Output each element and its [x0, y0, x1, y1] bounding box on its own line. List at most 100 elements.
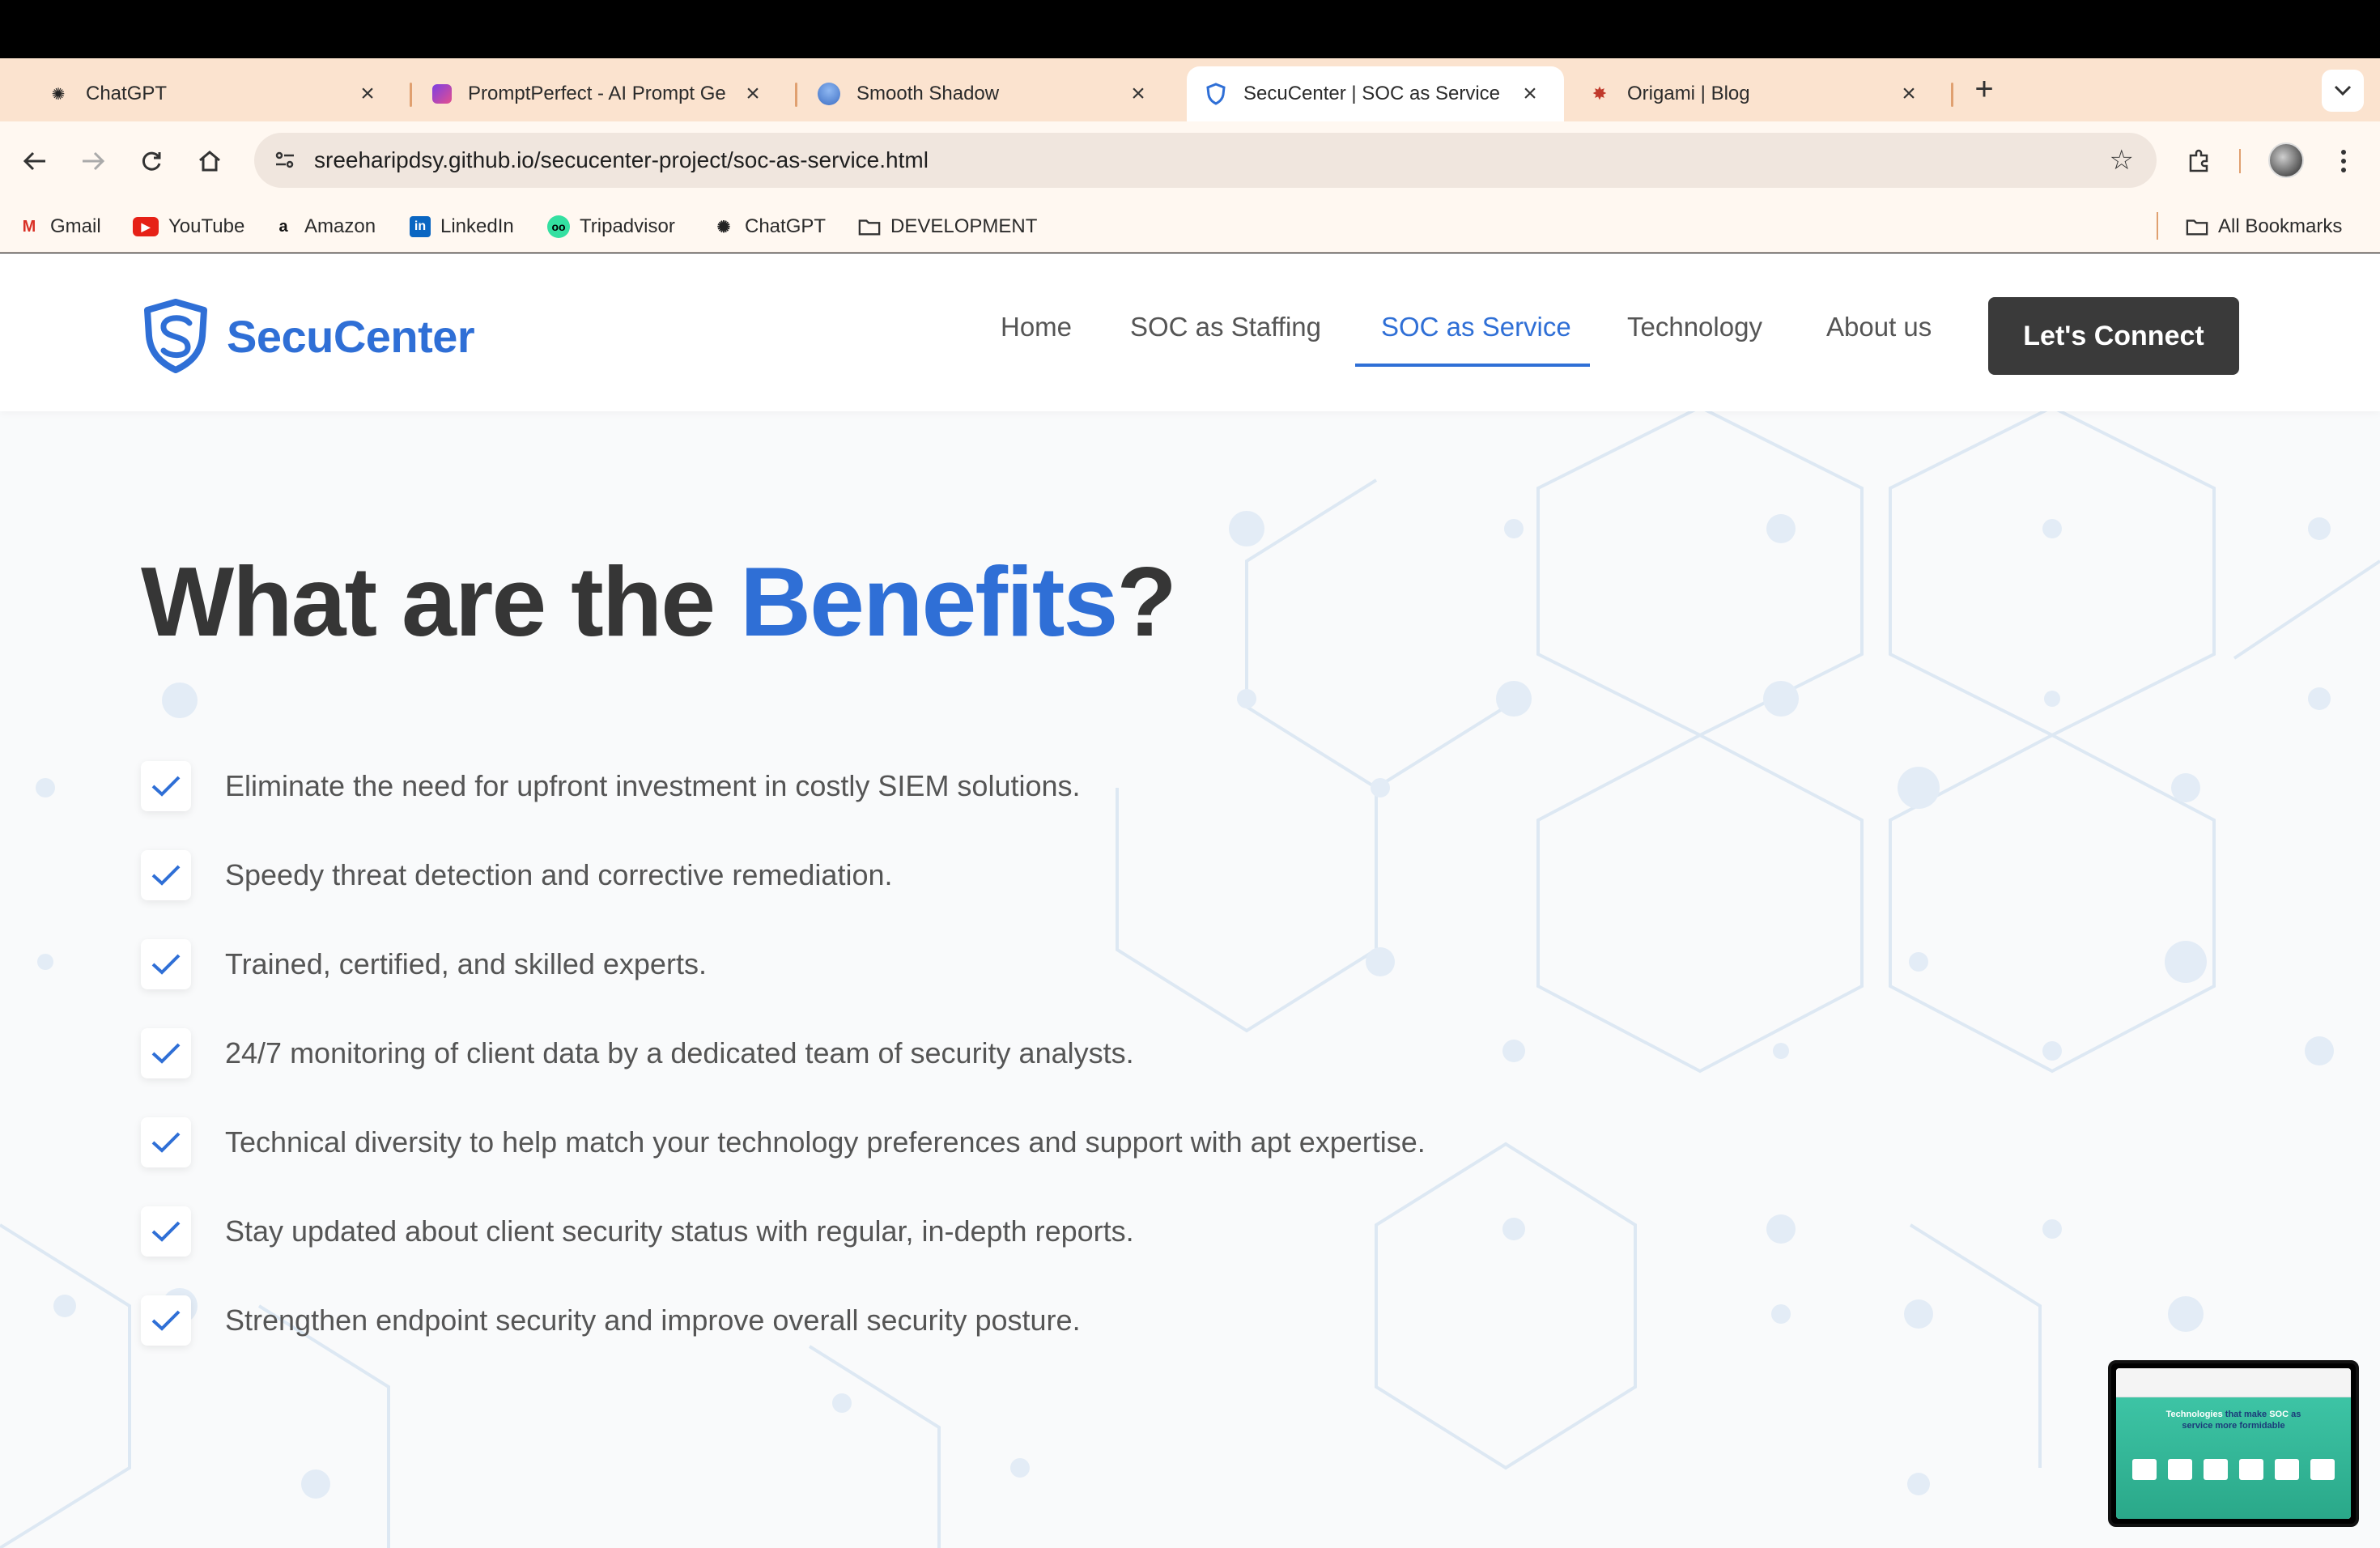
checkmark-icon [141, 1206, 191, 1257]
folder-icon [2186, 215, 2208, 238]
screenshot-preview-thumbnail[interactable]: Technologies that make SOC as service mor… [2108, 1360, 2359, 1527]
title-prefix: What are the [141, 546, 741, 657]
page-title: What are the Benefits? [141, 545, 1177, 658]
preview-logo [2132, 1459, 2157, 1480]
lets-connect-button[interactable]: Let's Connect [1988, 297, 2239, 375]
promptperfect-icon [432, 84, 452, 104]
nav-home[interactable]: Home [1001, 312, 1072, 342]
benefit-text: Stay updated about client security statu… [225, 1214, 1134, 1248]
list-item: Speedy threat detection and corrective r… [141, 847, 2084, 904]
list-item: Stay updated about client security statu… [141, 1203, 2084, 1260]
preview-heading-part: Technologies [2165, 1410, 2225, 1419]
benefit-text: Technical diversity to help match your t… [225, 1125, 1426, 1159]
nav-soc-as-staffing[interactable]: SOC as Staffing [1130, 312, 1321, 342]
active-nav-indicator [1355, 364, 1590, 367]
bookmark-linkedin[interactable]: in LinkedIn [410, 211, 514, 243]
reload-button[interactable] [130, 139, 173, 183]
site-header: SecuCenter Home SOC as Staffing SOC as S… [0, 253, 2380, 411]
bookmark-gmail[interactable]: M Gmail [18, 211, 101, 243]
benefit-text: 24/7 monitoring of client data by a dedi… [225, 1036, 1134, 1070]
preview-heading-part: service more formidable [2182, 1421, 2285, 1431]
tab-chatgpt[interactable]: ✺ ChatGPT × [29, 66, 402, 121]
tab-promptperfect[interactable]: PromptPerfect - AI Prompt Ge × [414, 66, 787, 121]
bookmark-label: ChatGPT [745, 215, 827, 237]
preview-logo [2239, 1459, 2263, 1480]
new-tab-button[interactable]: + [1964, 66, 2004, 112]
tripadvisor-icon: oo [547, 215, 570, 238]
linkedin-icon: in [410, 216, 431, 237]
preview-heading: Technologies that make SOC as service mor… [2116, 1409, 2351, 1431]
bookmarks-bar: M Gmail ▶ YouTube a Amazon in LinkedIn o… [0, 201, 2380, 253]
preview-logo-row [2132, 1459, 2335, 1480]
list-item: Trained, certified, and skilled experts. [141, 936, 2084, 993]
address-bar[interactable]: sreeharipdsy.github.io/secucenter-projec… [254, 133, 2157, 188]
bookmark-label: DEVELOPMENT [890, 215, 1038, 237]
secucenter-shield-icon [144, 299, 207, 373]
benefit-text: Eliminate the need for upfront investmen… [225, 769, 1081, 802]
site-logo[interactable]: SecuCenter [142, 299, 475, 373]
tab-title: Smooth Shadow [856, 83, 1000, 104]
bookmark-label: YouTube [168, 215, 245, 237]
bookmark-label: LinkedIn [440, 215, 514, 237]
checkmark-icon [141, 1028, 191, 1078]
home-button[interactable] [188, 139, 232, 183]
tab-title: PromptPerfect - AI Prompt Ge [468, 83, 726, 104]
brand-name: SecuCenter [227, 310, 475, 362]
tab-secucenter[interactable]: SecuCenter | SOC as Service × [1187, 66, 1564, 121]
checkmark-icon [141, 761, 191, 811]
close-tab-icon[interactable]: × [351, 80, 384, 108]
web-page: SecuCenter Home SOC as Staffing SOC as S… [0, 253, 2380, 1548]
nav-soc-as-service[interactable]: SOC as Service [1381, 312, 1571, 342]
youtube-icon: ▶ [133, 217, 159, 236]
list-item: 24/7 monitoring of client data by a dedi… [141, 1025, 2084, 1082]
forward-arrow-icon [83, 151, 105, 171]
tab-title: ChatGPT [86, 83, 168, 104]
gmail-icon: M [22, 217, 36, 236]
site-info-icon[interactable] [267, 142, 303, 178]
toolbar-separator [2239, 149, 2241, 173]
close-tab-icon[interactable]: × [737, 80, 769, 108]
close-tab-icon[interactable]: × [1122, 80, 1154, 108]
extensions-button[interactable] [2178, 139, 2221, 183]
bookmark-development-folder[interactable]: DEVELOPMENT [858, 211, 1037, 243]
amazon-icon: a [278, 217, 288, 236]
secucenter-shield-icon [1205, 83, 1227, 105]
back-button[interactable] [13, 139, 57, 183]
system-top-bar [0, 0, 2380, 58]
all-bookmarks[interactable]: All Bookmarks [2186, 211, 2342, 243]
preview-logo [2310, 1459, 2335, 1480]
preview-heading-part: as [2291, 1410, 2301, 1419]
bookmark-chatgpt[interactable]: ✺ ChatGPT [712, 211, 826, 243]
chevron-down-icon [2334, 85, 2352, 96]
tab-title: SecuCenter | SOC as Service [1243, 83, 1501, 104]
tab-smooth-shadow[interactable]: Smooth Shadow × [800, 66, 1172, 121]
nav-about-us[interactable]: About us [1826, 312, 1932, 342]
kebab-menu-icon [2341, 150, 2346, 172]
title-suffix: ? [1116, 546, 1177, 657]
origami-icon: ✸ [1592, 83, 1608, 104]
smooth-shadow-icon [818, 83, 840, 105]
tab-search-button[interactable] [2322, 70, 2364, 112]
preview-logo [2204, 1459, 2228, 1480]
preview-browser-bar [2116, 1368, 2351, 1397]
bookmark-youtube[interactable]: ▶ YouTube [133, 211, 244, 243]
title-accent: Benefits [740, 546, 1118, 657]
bookmark-tripadvisor[interactable]: oo Tripadvisor [547, 211, 675, 243]
menu-button[interactable] [2322, 139, 2365, 183]
tab-origami[interactable]: ✸ Origami | Blog × [1570, 66, 1943, 121]
preview-hero: Technologies that make SOC as service mor… [2116, 1397, 2351, 1519]
preview-logo [2275, 1459, 2299, 1480]
folder-icon [858, 215, 881, 238]
nav-technology[interactable]: Technology [1627, 312, 1762, 342]
checkmark-icon [141, 1295, 191, 1346]
preview-logo [2168, 1459, 2192, 1480]
list-item: Technical diversity to help match your t… [141, 1114, 2084, 1171]
home-icon [199, 151, 220, 172]
forward-button[interactable] [71, 139, 115, 183]
close-tab-icon[interactable]: × [1514, 80, 1546, 108]
profile-avatar[interactable] [2268, 142, 2304, 178]
bookmark-star-icon[interactable]: ☆ [2110, 144, 2134, 176]
bookmark-amazon[interactable]: a Amazon [272, 211, 376, 243]
close-tab-icon[interactable]: × [1893, 80, 1925, 108]
benefit-text: Strengthen endpoint security and improve… [225, 1303, 1081, 1337]
